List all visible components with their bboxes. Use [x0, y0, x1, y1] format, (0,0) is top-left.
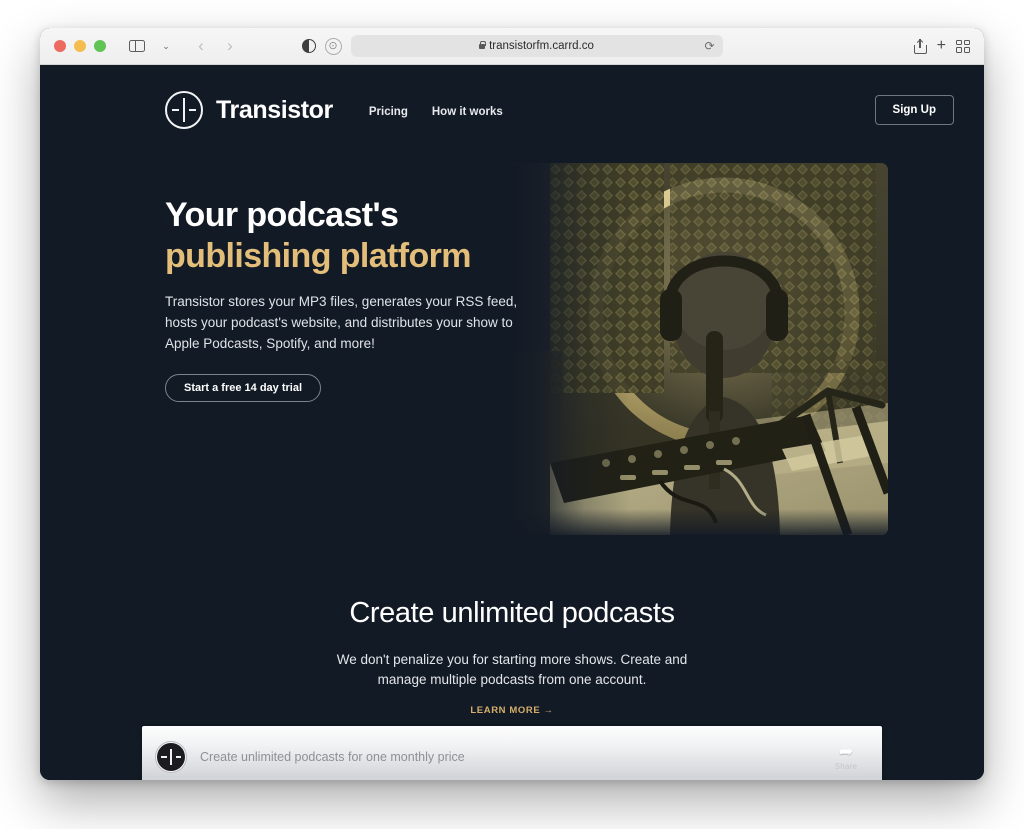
brand-name: Transistor — [216, 95, 333, 124]
chevron-down-icon: ⌄ — [162, 40, 170, 51]
new-tab-button[interactable]: + — [937, 38, 946, 54]
nav-item-pricing[interactable]: Pricing — [369, 106, 408, 118]
feature-title: Create unlimited podcasts — [349, 597, 675, 629]
sidebar-icon — [129, 39, 145, 53]
feature-body-text: We don't penalize you for starting more … — [336, 652, 688, 688]
hero-copy: Your podcast's publishing platform Trans… — [165, 195, 565, 403]
hero-title: Your podcast's publishing platform — [165, 195, 565, 277]
contrast-icon[interactable] — [301, 39, 316, 53]
page-viewport: Transistor Pricing How it works Sign Up — [40, 65, 984, 780]
sign-up-button[interactable]: Sign Up — [874, 95, 954, 125]
chevron-left-icon: ‹ — [198, 36, 204, 55]
back-button[interactable]: ‹ — [188, 34, 214, 58]
lock-icon — [479, 40, 487, 49]
forward-button[interactable]: › — [217, 34, 243, 58]
learn-more-link[interactable]: LEARN MORE → — [470, 705, 553, 716]
toolbar-left-group: ⌄ ‹ › — [124, 34, 243, 58]
hero-body-text: Transistor stores your MP3 files, genera… — [165, 294, 518, 352]
toolbar-right-group: + — [913, 38, 970, 54]
chevron-right-icon: › — [227, 36, 233, 55]
site-header: Transistor Pricing How it works Sign Up — [40, 65, 984, 129]
tab-grid-icon[interactable] — [956, 39, 970, 53]
hero-image-bottom-fade — [510, 509, 888, 535]
player-transistor-logo-icon — [156, 742, 186, 772]
minimize-window-button[interactable] — [74, 40, 86, 52]
hero-image — [510, 163, 888, 535]
browser-toolbar: ⌄ ‹ › ⊙ transistorfm.carrd.co ⟳ + — [40, 28, 984, 65]
extension-icon[interactable]: ⊙ — [324, 37, 342, 55]
audio-player-bar[interactable]: Create unlimited podcasts for one monthl… — [142, 726, 882, 780]
start-free-trial-button[interactable]: Start a free 14 day trial — [165, 374, 322, 403]
hero-section: Your podcast's publishing platform Trans… — [40, 129, 984, 549]
player-episode-title: Create unlimited podcasts for one monthl… — [200, 750, 465, 764]
maximize-window-button[interactable] — [94, 40, 106, 52]
url-text: transistorfm.carrd.co — [489, 40, 594, 52]
share-icon[interactable] — [913, 38, 927, 54]
nav-item-how-it-works[interactable]: How it works — [432, 106, 503, 118]
feature-section: Create unlimited podcasts We don't penal… — [40, 549, 984, 718]
browser-window: ⌄ ‹ › ⊙ transistorfm.carrd.co ⟳ + Transi… — [40, 28, 984, 780]
sidebar-toggle-button[interactable] — [124, 34, 150, 58]
player-share-label: Share — [834, 762, 858, 771]
transistor-logo-icon — [165, 91, 203, 129]
hero-title-line-1: Your podcast's — [165, 196, 399, 234]
reload-icon[interactable]: ⟳ — [704, 40, 714, 52]
site-nav: Pricing How it works — [369, 103, 503, 118]
share-arrow-icon: ➦ — [838, 742, 854, 761]
sidebar-dropdown-button[interactable]: ⌄ — [153, 34, 179, 58]
hero-title-line-2: publishing platform — [165, 237, 472, 276]
desktop-backdrop: ⌄ ‹ › ⊙ transistorfm.carrd.co ⟳ + Transi… — [0, 0, 1024, 829]
address-bar-content: transistorfm.carrd.co — [479, 40, 594, 52]
window-traffic-lights — [54, 40, 106, 52]
close-window-button[interactable] — [54, 40, 66, 52]
address-bar[interactable]: transistorfm.carrd.co ⟳ — [350, 35, 723, 57]
player-share-button[interactable]: ➦ Share — [824, 743, 868, 771]
brand[interactable]: Transistor — [165, 91, 333, 129]
